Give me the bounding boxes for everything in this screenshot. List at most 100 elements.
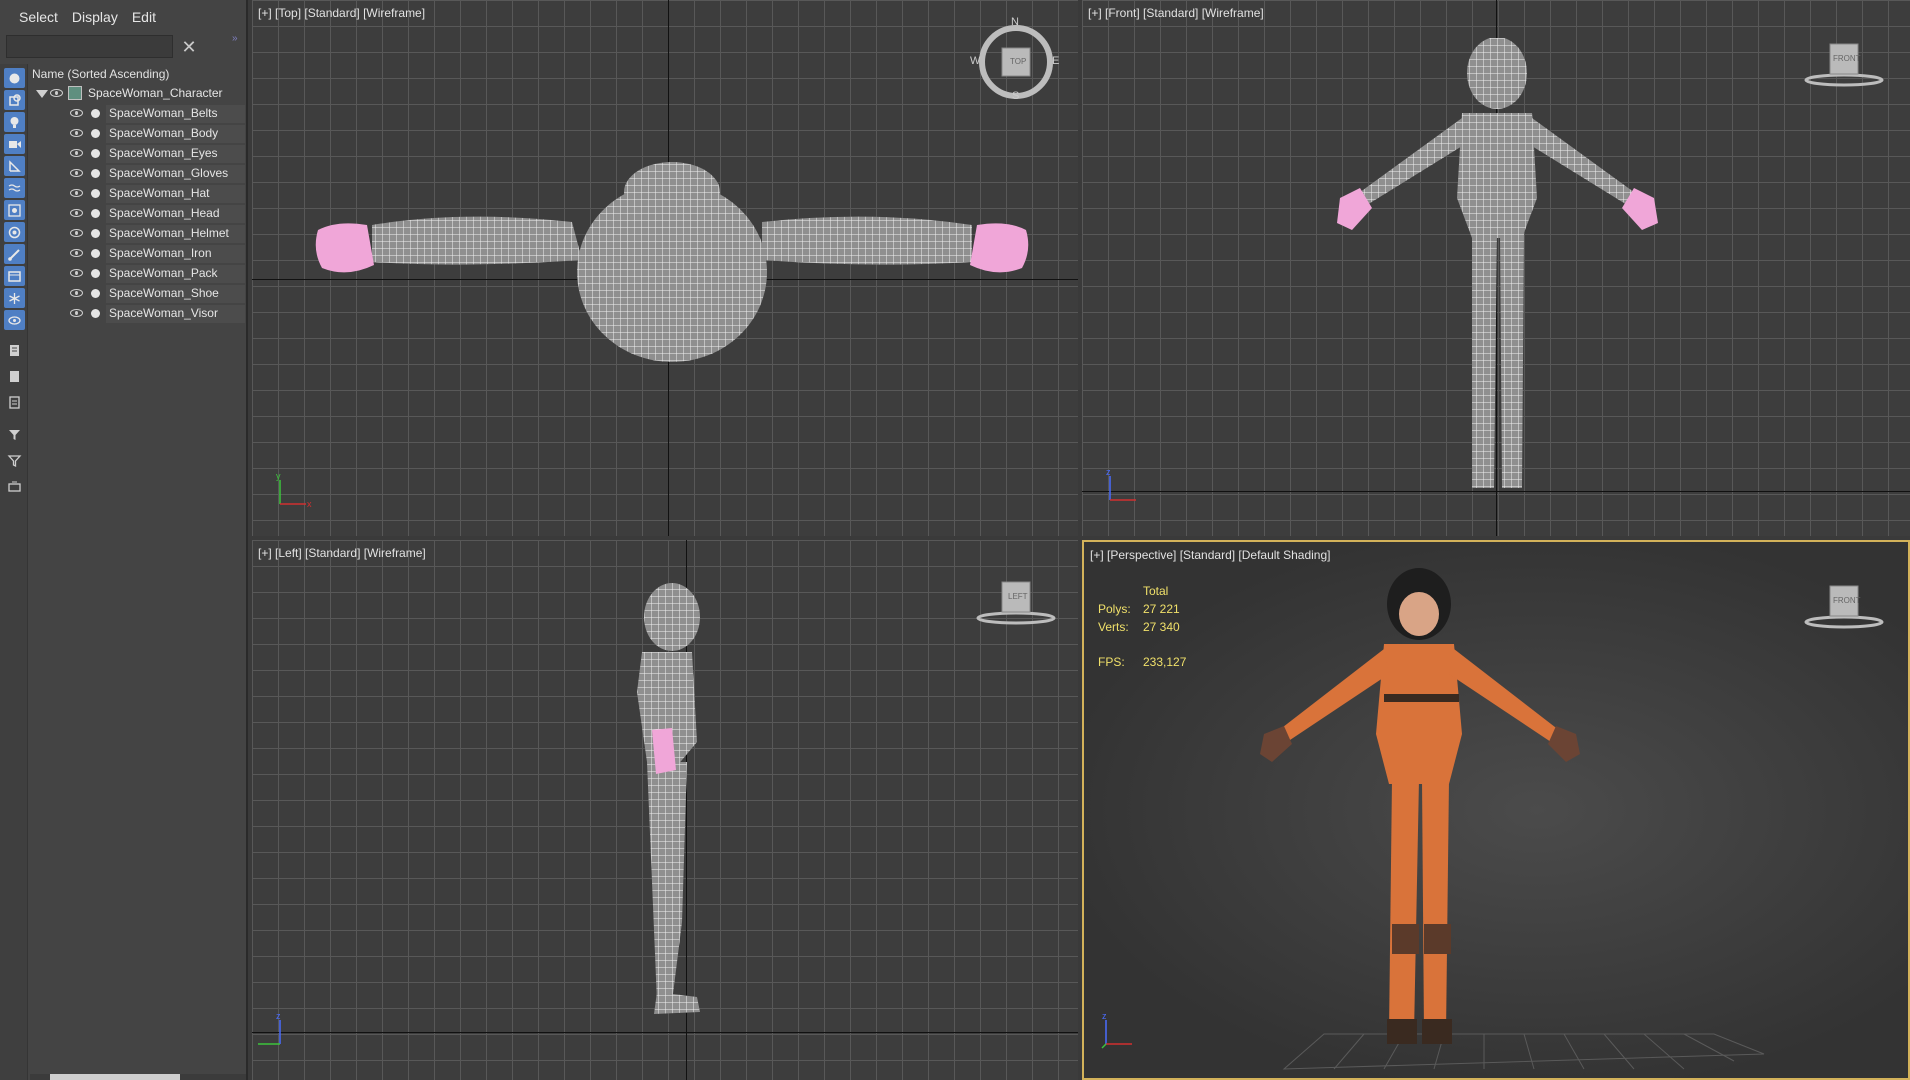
viewcube-left-face[interactable]: LEFT xyxy=(1008,592,1028,601)
eye-icon[interactable] xyxy=(70,229,83,237)
menu-select[interactable]: Select xyxy=(12,5,65,29)
eye-icon[interactable] xyxy=(70,129,83,137)
viewport-perspective-label[interactable]: [+] [Perspective] [Standard] [Default Sh… xyxy=(1090,548,1330,562)
tree-root-label: SpaceWoman_Character xyxy=(88,86,223,100)
tree-row-label: SpaceWoman_Eyes xyxy=(109,146,218,160)
layer-explorer-icon[interactable] xyxy=(4,340,25,360)
tree-row[interactable]: SpaceWoman_Shoe xyxy=(30,284,246,303)
stats-overlay: Total Polys: 27 221 Verts: 27 340 FPS: 2… xyxy=(1098,584,1218,669)
viewport-left[interactable]: [+] [Left] [Standard] [Wireframe] z LEFT xyxy=(252,540,1078,1080)
svg-text:z: z xyxy=(276,1011,281,1021)
eye-icon[interactable] xyxy=(70,269,83,277)
object-icon xyxy=(91,249,100,258)
frozen-icon[interactable] xyxy=(4,288,25,308)
object-icon xyxy=(91,169,100,178)
tree-row-label: SpaceWoman_Gloves xyxy=(109,166,229,180)
hidden-icon[interactable] xyxy=(4,310,25,330)
viewport-perspective[interactable]: [+] [Perspective] [Standard] [Default Sh… xyxy=(1082,540,1910,1080)
column-header-name[interactable]: Name (Sorted Ascending) xyxy=(30,64,246,84)
viewport-front-label[interactable]: [+] [Front] [Standard] [Wireframe] xyxy=(1088,6,1264,20)
eye-icon[interactable] xyxy=(70,209,83,217)
compass-s: S xyxy=(1012,90,1020,102)
tree-row[interactable]: SpaceWoman_Hat xyxy=(30,184,246,203)
eye-icon[interactable] xyxy=(70,149,83,157)
tree-row[interactable]: SpaceWoman_Helmet xyxy=(30,224,246,243)
tree-row[interactable]: SpaceWoman_Visor xyxy=(30,304,246,323)
eye-icon[interactable] xyxy=(70,169,83,177)
axis-tripod-icon: yx xyxy=(274,470,314,510)
containers-icon[interactable] xyxy=(4,266,25,286)
explorer-scrollbar[interactable] xyxy=(30,1074,246,1080)
viewport-front[interactable]: [+] [Front] [Standard] [Wireframe] z FRO… xyxy=(1082,0,1910,536)
eye-icon[interactable] xyxy=(70,189,83,197)
tree-row-label: SpaceWoman_Body xyxy=(109,126,219,140)
groups-icon[interactable] xyxy=(4,200,25,220)
cameras-icon[interactable] xyxy=(4,134,25,154)
search-input[interactable] xyxy=(6,35,173,58)
filter-funnel-icon[interactable] xyxy=(4,450,25,470)
tree-row[interactable]: SpaceWoman_Iron xyxy=(30,244,246,263)
tree-row[interactable]: SpaceWoman_Pack xyxy=(30,264,246,283)
wireframe-model-front[interactable] xyxy=(1322,38,1672,498)
tree-row-label: SpaceWoman_Shoe xyxy=(109,286,219,300)
tree-row[interactable]: SpaceWoman_Belts xyxy=(30,104,246,123)
group-icon xyxy=(68,86,82,100)
xrefs-icon[interactable] xyxy=(4,222,25,242)
wireframe-model-left[interactable] xyxy=(602,582,722,1022)
display-children-icon[interactable] xyxy=(4,392,25,412)
viewcube-left[interactable]: LEFT xyxy=(974,578,1058,628)
menu-edit[interactable]: Edit xyxy=(125,5,163,29)
viewcube-front[interactable]: FRONT xyxy=(1802,40,1886,90)
eye-icon[interactable] xyxy=(70,109,83,117)
tree-row[interactable]: SpaceWoman_Gloves xyxy=(30,164,246,183)
viewport-left-label[interactable]: [+] [Left] [Standard] [Wireframe] xyxy=(258,546,426,560)
object-icon xyxy=(91,109,100,118)
wireframe-model-top[interactable] xyxy=(312,150,1032,380)
search-row: ✕ » xyxy=(6,33,246,59)
viewcube-front-face[interactable]: FRONT xyxy=(1833,54,1861,63)
viewport-top-label[interactable]: [+] [Top] [Standard] [Wireframe] xyxy=(258,6,425,20)
lights-icon[interactable] xyxy=(4,112,25,132)
viewcube-perspective[interactable]: FRONT xyxy=(1802,582,1886,632)
filter-icon[interactable] xyxy=(4,424,25,444)
right-glove xyxy=(970,223,1029,273)
stats-verts-value: 27 340 xyxy=(1143,620,1180,634)
shaded-model-perspective[interactable] xyxy=(1244,564,1804,1079)
bones-icon[interactable] xyxy=(4,244,25,264)
tree-root-row[interactable]: SpaceWoman_Character xyxy=(30,84,246,103)
helpers-icon[interactable] xyxy=(4,156,25,176)
app-window: Select Display Edit ✕ » Name (Sorted Asc… xyxy=(0,0,1910,1080)
object-icon xyxy=(91,309,100,318)
eye-icon[interactable] xyxy=(70,289,83,297)
eye-icon[interactable] xyxy=(70,309,83,317)
object-icon xyxy=(91,269,100,278)
compass-w: W xyxy=(970,55,981,67)
tree-row-label: SpaceWoman_Pack xyxy=(109,266,218,280)
eye-icon[interactable] xyxy=(50,89,63,97)
helmet-wire xyxy=(624,162,720,222)
viewcube-perspective-face[interactable]: FRONT xyxy=(1833,596,1861,605)
axis-tripod-icon: z xyxy=(256,1010,296,1050)
scrollbar-thumb[interactable] xyxy=(50,1074,180,1080)
object-icon xyxy=(91,209,100,218)
tree-row[interactable]: SpaceWoman_Eyes xyxy=(30,144,246,163)
viewcube-top[interactable]: TOP N S E W xyxy=(970,16,1059,102)
close-icon[interactable]: ✕ xyxy=(178,36,200,58)
selection-sets-icon[interactable] xyxy=(4,366,25,386)
display-all-icon[interactable] xyxy=(4,68,25,88)
viewport-top[interactable]: [+] [Top] [Standard] [Wireframe] yx TOP … xyxy=(252,0,1078,536)
chevron-down-icon[interactable] xyxy=(36,90,48,98)
sort-icon[interactable] xyxy=(4,476,25,496)
tree-row-label: SpaceWoman_Visor xyxy=(109,306,218,320)
explorer-menubar: Select Display Edit xyxy=(0,0,248,34)
spacewarps-icon[interactable] xyxy=(4,178,25,198)
chevron-right-icon[interactable]: » xyxy=(232,33,246,47)
display-toolstrip xyxy=(0,64,28,1080)
geometry-icon[interactable] xyxy=(4,90,25,110)
tree-row[interactable]: SpaceWoman_Head xyxy=(30,204,246,223)
menu-display[interactable]: Display xyxy=(65,5,125,29)
tree-row[interactable]: SpaceWoman_Body xyxy=(30,124,246,143)
scene-explorer: Select Display Edit ✕ » Name (Sorted Asc… xyxy=(0,0,248,1080)
viewcube-top-face[interactable]: TOP xyxy=(1010,57,1026,66)
eye-icon[interactable] xyxy=(70,249,83,257)
